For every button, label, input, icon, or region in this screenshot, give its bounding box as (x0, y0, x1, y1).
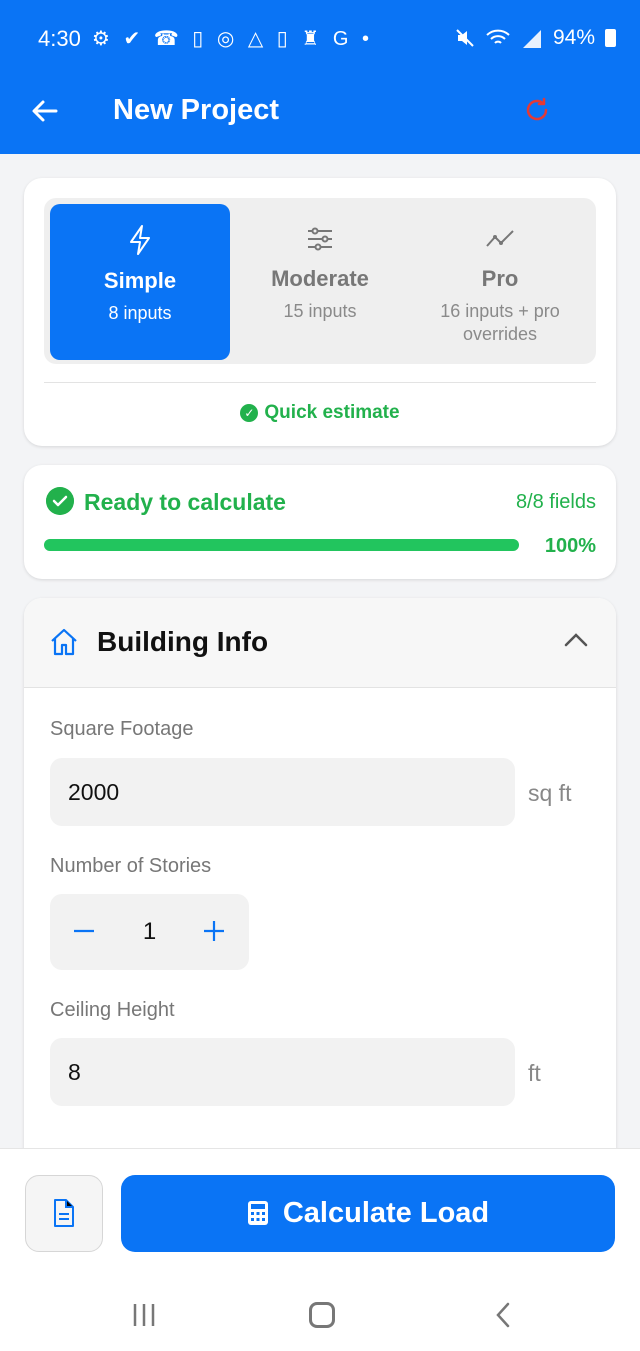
mode-note: ✓ Quick estimate (24, 402, 616, 424)
battery-icon (605, 29, 616, 47)
square-footage-label: Square Footage (50, 718, 194, 740)
status-bar: 4:30 ⚙ ✔ ☎ ▯ ◎ △ ▯ ♜ G • 94% (0, 0, 640, 80)
refresh-icon[interactable] (522, 95, 552, 125)
home-icon (51, 628, 77, 656)
ceiling-height-unit: ft (528, 1060, 541, 1086)
home-nav-button[interactable] (309, 1302, 335, 1328)
stories-label: Number of Stories (50, 855, 212, 877)
calculate-load-button[interactable]: Calculate Load (121, 1175, 615, 1252)
mode-simple[interactable]: Simple 8 inputs (50, 204, 230, 360)
mode-selector-card: Simple 8 inputs Moderate 15 inputs Pro 1… (24, 178, 616, 446)
square-footage-unit: sq ft (528, 780, 572, 806)
calculate-load-label: Calculate Load (282, 1197, 490, 1229)
check-circle-icon: ✓ (240, 404, 259, 422)
recent-apps-icon[interactable] (132, 1302, 156, 1328)
chevron-up-icon[interactable] (564, 632, 588, 648)
section-title: Building Info (97, 626, 269, 657)
progress-bar (44, 539, 519, 551)
mode-label: Simple (103, 268, 177, 293)
ceiling-height-input[interactable]: 8 (50, 1038, 515, 1106)
trend-line-icon (486, 230, 514, 247)
mode-note-text: Quick estimate (264, 402, 400, 423)
lightning-icon (130, 225, 150, 255)
square-footage-input[interactable]: 2000 (50, 758, 515, 826)
mode-label: Pro (481, 266, 519, 291)
wifi-icon (486, 29, 510, 44)
arrow-left-icon[interactable] (28, 94, 62, 128)
battery-percent: 94% (552, 26, 595, 49)
page-title: New Project (113, 94, 279, 126)
mode-subtitle: 16 inputs + pro overrides (440, 301, 560, 344)
sliders-icon (308, 227, 332, 251)
signal-icon (522, 30, 541, 48)
check-circle-icon (46, 487, 74, 515)
stories-stepper: 1 (50, 894, 249, 970)
building-info-header[interactable]: Building Info (24, 598, 616, 688)
progress-bar-fill (44, 539, 519, 551)
plus-icon[interactable] (202, 919, 226, 943)
document-button[interactable] (25, 1175, 103, 1252)
ceiling-height-label: Ceiling Height (50, 999, 175, 1021)
building-info-section: Building Info Square Footage 2000 sq ft … (24, 598, 616, 1158)
mute-icon (456, 29, 474, 47)
mode-label: Moderate (271, 266, 369, 291)
mode-subtitle: 15 inputs (283, 301, 357, 321)
fields-count: 8/8 fields (515, 491, 596, 513)
calculator-icon (247, 1201, 268, 1225)
status-time: 4:30 (38, 26, 81, 51)
ready-status: Ready to calculate (84, 489, 286, 515)
system-indicators: 94% (455, 26, 616, 50)
mode-subtitle: 8 inputs (108, 303, 172, 323)
mode-segmented-control: Simple 8 inputs Moderate 15 inputs Pro 1… (44, 198, 596, 364)
mode-moderate[interactable]: Moderate 15 inputs (230, 204, 410, 360)
app-bar: New Project (0, 80, 640, 154)
system-nav-bar (0, 1289, 640, 1349)
divider (44, 382, 596, 383)
mode-pro[interactable]: Pro 16 inputs + pro overrides (410, 204, 590, 360)
bottom-bar: Calculate Load (0, 1148, 640, 1351)
back-nav-icon[interactable] (494, 1301, 512, 1329)
notification-icons: ⚙ ✔ ☎ ▯ ◎ △ ▯ ♜ G • (92, 28, 373, 50)
document-icon (54, 1199, 74, 1227)
progress-percent: 100% (544, 535, 596, 557)
progress-card: Ready to calculate 8/8 fields 100% (24, 465, 616, 579)
